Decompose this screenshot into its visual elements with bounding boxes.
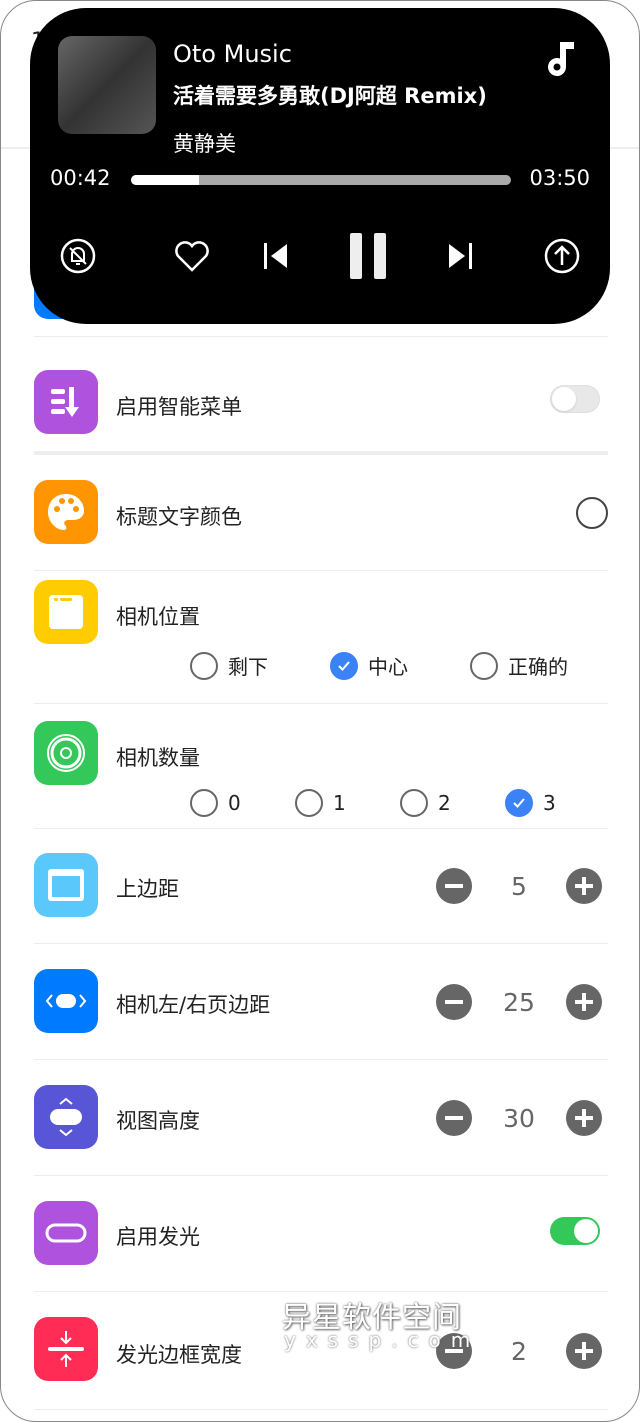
check-icon[interactable] [330,651,358,680]
setting-camera-position: 相机位置 剩下 中心 正确的 [34,571,608,704]
stepper-value: 25 [503,987,535,1017]
view-height-icon [34,1085,98,1149]
radio-label: 2 [438,791,451,815]
artist-name: 黄静美 [173,132,236,156]
view-height-stepper: 30 [436,1100,602,1136]
smart-menu-toggle[interactable] [550,385,600,413]
compress-vertical-icon [34,1317,98,1381]
plus-button[interactable] [566,984,602,1020]
music-note-icon[interactable] [548,38,578,82]
setting-smart-menu[interactable]: 启用智能菜单 [34,337,608,455]
upload-arrow-icon[interactable] [538,232,586,280]
radio-0[interactable]: 0 [190,789,295,817]
palette-icon [34,480,98,544]
setting-enable-glow[interactable]: 启用发光 [34,1176,608,1292]
radio-1[interactable]: 1 [295,789,400,817]
phone-frame-icon [34,580,98,644]
radio-label: 剩下 [228,655,268,679]
radio-right[interactable]: 正确的 [470,651,568,680]
check-icon[interactable] [505,789,533,817]
horizontal-margin-icon [34,969,98,1033]
radio-label: 3 [543,791,556,815]
side-margin-stepper: 25 [436,984,602,1020]
radio-label: 中心 [368,655,408,679]
album-art [58,36,156,134]
color-picker-circle[interactable] [576,497,608,529]
stepper-value: 2 [511,1336,527,1366]
radio-label: 0 [228,791,241,815]
plus-button[interactable] [566,1333,602,1369]
bell-off-icon[interactable] [54,232,102,280]
stepper-value: 5 [511,871,527,901]
setting-label: 视图高度 [116,1109,200,1133]
setting-top-margin: 上边距 5 [34,829,608,944]
radio-circle[interactable] [190,651,218,680]
radio-circle[interactable] [400,789,428,817]
watermark-url: yxssp.com [284,1328,481,1352]
setting-label: 启用发光 [116,1225,200,1249]
radio-center[interactable]: 中心 [330,651,470,680]
setting-label: 启用智能菜单 [116,395,242,419]
setting-side-margin: 相机左/右页边距 25 [34,944,608,1060]
skip-next-icon[interactable] [436,232,484,280]
radio-circle[interactable] [470,651,498,680]
heart-icon[interactable] [168,232,216,280]
radio-left[interactable]: 剩下 [190,651,330,680]
setting-label: 发光边框宽度 [116,1343,242,1367]
sort-menu-icon [34,370,98,434]
skip-previous-icon[interactable] [252,232,300,280]
glow-pill-icon [34,1201,98,1265]
progress-bar[interactable] [131,175,511,185]
glow-toggle[interactable] [550,1217,600,1245]
setting-label: 相机位置 [116,605,200,629]
music-player-overlay[interactable]: Oto Music 活着需要多勇敢(DJ阿超 Remix) 黄静美 00:42 … [30,8,610,324]
radio-circle[interactable] [295,789,323,817]
radio-circle[interactable] [190,789,218,817]
radio-2[interactable]: 2 [400,789,505,817]
pause-icon[interactable] [344,232,392,280]
elapsed-time: 00:42 [50,166,111,190]
setting-label: 标题文字颜色 [116,505,242,529]
setting-label: 相机左/右页边距 [116,993,271,1017]
top-margin-icon [34,853,98,917]
minus-button[interactable] [436,1100,472,1136]
setting-title-color[interactable]: 标题文字颜色 [34,455,608,571]
setting-label: 相机数量 [116,746,200,770]
setting-camera-count: 相机数量 0 1 2 3 [34,704,608,829]
minus-button[interactable] [436,984,472,1020]
camera-lens-icon [34,721,98,785]
minus-button[interactable] [436,868,472,904]
top-margin-stepper: 5 [436,868,602,904]
duration-time: 03:50 [529,166,590,190]
radio-label: 1 [333,791,346,815]
camera-position-radio-group: 剩下 中心 正确的 [190,651,568,680]
radio-label: 正确的 [508,655,568,679]
player-app-name: Oto Music [173,40,292,68]
setting-view-height: 视图高度 30 [34,1060,608,1176]
song-title: 活着需要多勇敢(DJ阿超 Remix) [173,84,487,108]
stepper-value: 30 [503,1103,535,1133]
camera-count-radio-group: 0 1 2 3 [190,789,556,817]
setting-label: 上边距 [116,877,179,901]
plus-button[interactable] [566,1100,602,1136]
radio-3[interactable]: 3 [505,789,556,817]
plus-button[interactable] [566,868,602,904]
